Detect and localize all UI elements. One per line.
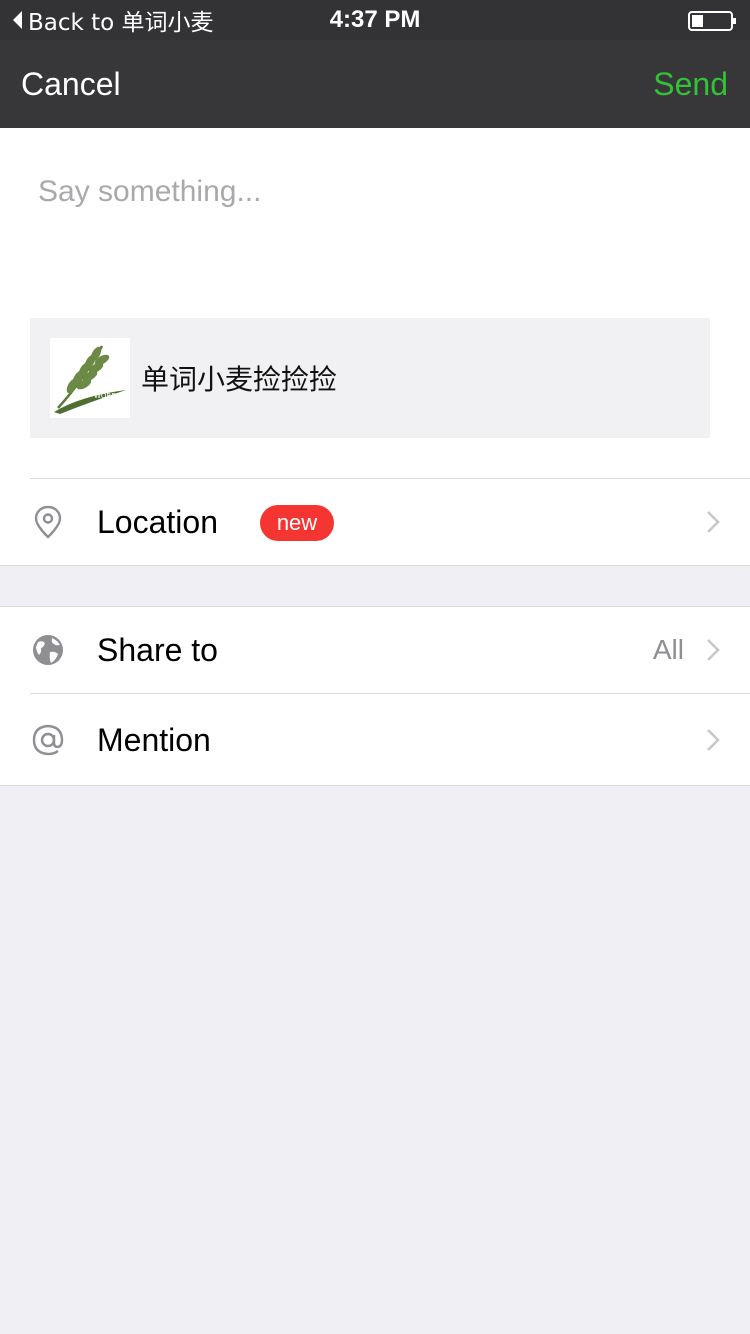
nav-bar: Cancel Send [0, 40, 750, 128]
new-badge: new [260, 505, 334, 541]
divider [0, 785, 750, 786]
shared-link-card[interactable]: WORD 单词小麦捡捡捡 [30, 318, 710, 438]
compose-area: WORD 单词小麦捡捡捡 [0, 128, 750, 478]
at-icon [30, 722, 66, 758]
back-caret-icon [13, 11, 22, 29]
chevron-right-icon [706, 728, 720, 752]
wheat-logo-icon: WORD [50, 338, 130, 418]
status-bar: Back to 单词小麦 4:37 PM [0, 0, 750, 40]
send-button[interactable]: Send [653, 40, 728, 128]
back-to-app-label: Back to 单词小麦 [28, 10, 214, 36]
share-to-value: All [652, 634, 684, 665]
divider [0, 565, 750, 566]
say-something-input[interactable] [38, 162, 718, 222]
mention-label: Mention [97, 721, 211, 758]
wheat-logo-thumbnail: WORD [50, 338, 130, 418]
chevron-right-icon [706, 510, 720, 534]
location-label: Location [97, 503, 218, 540]
share-to-row[interactable]: Share to All [0, 606, 750, 694]
cancel-button[interactable]: Cancel [21, 40, 121, 128]
battery-icon [688, 10, 738, 32]
globe-icon [30, 632, 66, 668]
mention-row[interactable]: Mention [0, 694, 750, 786]
chevron-right-icon [706, 638, 720, 662]
share-to-label: Share to [97, 631, 218, 668]
location-group: Location new [0, 478, 750, 566]
svg-text:WORD: WORD [94, 392, 117, 400]
link-card-title: 单词小麦捡捡捡 [141, 363, 338, 396]
location-row[interactable]: Location new [0, 478, 750, 566]
back-to-app-button[interactable]: Back to 单词小麦 [10, 0, 214, 40]
location-pin-icon [30, 504, 66, 540]
share-group: Share to All Mention [0, 606, 750, 786]
